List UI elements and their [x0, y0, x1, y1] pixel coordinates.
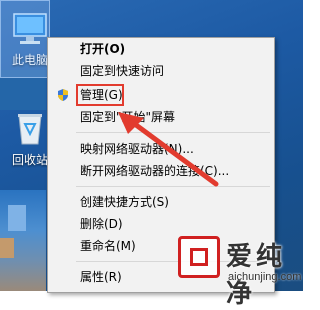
recycle-bin-icon [18, 114, 42, 145]
menu-item-label: 打开(O) [80, 42, 126, 56]
desktop-blur-patch [8, 205, 26, 231]
menu-item-label: 重命名(M) [80, 239, 136, 253]
computer-icon [13, 13, 47, 44]
watermark: 爱纯净 aichunjing.com [178, 236, 303, 309]
menu-item-pin-quick-access[interactable]: 固定到快速访问 [48, 60, 274, 82]
watermark-logo-icon [178, 236, 220, 278]
annotation-arrow-icon [118, 112, 219, 187]
menu-item-label: 属性(R) [80, 270, 122, 284]
menu-item-label: 固定到快速访问 [80, 64, 165, 78]
watermark-url: aichunjing.com [228, 271, 302, 283]
menu-item-label: 创建快捷方式(S) [80, 195, 169, 209]
desktop-blur-patch [0, 238, 14, 258]
shield-icon [58, 89, 68, 101]
menu-item-label: 删除(D) [80, 217, 123, 231]
menu-item-create-shortcut[interactable]: 创建快捷方式(S) [48, 191, 274, 213]
manage-highlight-box [76, 84, 124, 106]
menu-item-delete[interactable]: 删除(D) [48, 213, 274, 235]
menu-item-open[interactable]: 打开(O) [48, 38, 274, 60]
